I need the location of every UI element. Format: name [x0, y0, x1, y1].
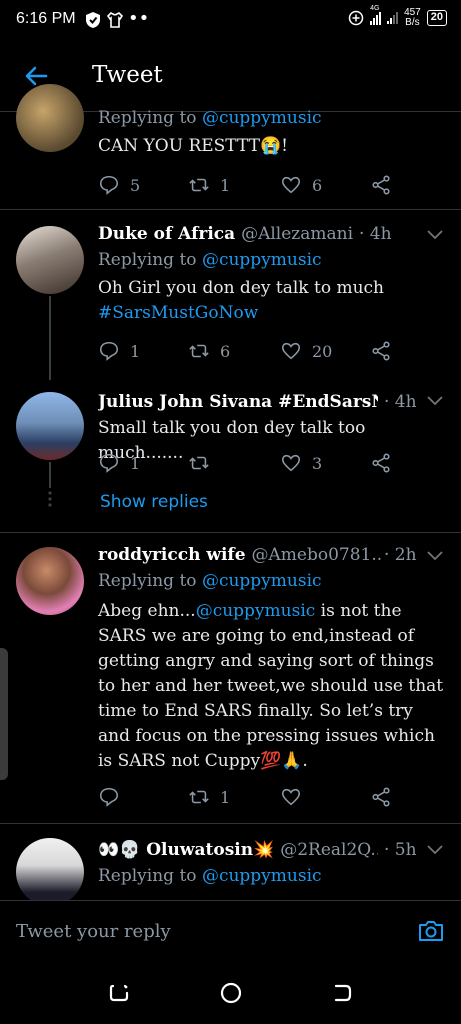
- chevron-down-icon[interactable]: [427, 551, 443, 561]
- author-name: roddyricch wife @Amebo0781...: [98, 545, 382, 565]
- tweet-3[interactable]: roddyricch wife @Amebo0781... · 2h Reply…: [0, 533, 461, 823]
- tweet-text: CAN YOU RESTTT😭!: [98, 136, 288, 156]
- chevron-down-icon[interactable]: [427, 230, 443, 240]
- author-handle: @Allezamani: [241, 224, 354, 244]
- avatar[interactable]: [16, 547, 84, 615]
- avatar[interactable]: [16, 838, 84, 900]
- chevron-down-icon[interactable]: [427, 396, 443, 406]
- like-button[interactable]: [280, 786, 312, 808]
- mention-link[interactable]: @cuppymusic: [202, 250, 322, 270]
- reply-button[interactable]: 1: [98, 340, 140, 362]
- retweet-button[interactable]: 1: [188, 174, 230, 196]
- tweet-4[interactable]: 👀💀 Oluwatosin💥 @2Real2Q... · 5h Replying…: [0, 824, 461, 900]
- mention-link[interactable]: @cuppymusic: [202, 866, 322, 886]
- tweet-actions: 1 6 20: [98, 340, 398, 364]
- clock: 6:16 PM: [16, 10, 76, 27]
- share-button[interactable]: [370, 340, 392, 362]
- mention-link[interactable]: @cuppymusic: [202, 108, 322, 128]
- hashtag-link[interactable]: #SarsMustGoNow: [98, 301, 448, 326]
- shirt-icon: [106, 12, 124, 28]
- show-replies-link[interactable]: Show replies: [100, 492, 208, 512]
- home-icon[interactable]: [219, 981, 243, 1005]
- share-icon: [372, 341, 390, 361]
- author-name: Julius John Sivana #EndSarsN...: [98, 392, 378, 412]
- signal-icon: [387, 12, 399, 24]
- heart-icon: [281, 176, 301, 194]
- retweet-icon: [189, 456, 209, 470]
- thread-line: [49, 462, 51, 488]
- tweet-0[interactable]: Replying to @cuppymusic CAN YOU RESTTT😭!…: [0, 84, 461, 210]
- like-button[interactable]: 20: [280, 340, 332, 362]
- heart-icon: [281, 454, 301, 472]
- retweet-button[interactable]: 6: [188, 340, 230, 362]
- replying-to: Replying to @cuppymusic: [98, 866, 322, 886]
- tweet-time: · 4h: [358, 224, 392, 244]
- thread-line: [49, 296, 51, 380]
- replying-to: Replying to @cuppymusic: [98, 108, 322, 128]
- author-handle: @Amebo0781...: [251, 545, 383, 565]
- tweet-text: Oh Girl you don dey talk to much #SarsMu…: [98, 276, 448, 326]
- tweet-2[interactable]: Julius John Sivana #EndSarsN... · 4h Sma…: [0, 380, 461, 532]
- reply-button[interactable]: [98, 786, 130, 808]
- replying-to: Replying to @cuppymusic: [98, 571, 322, 591]
- thread-dots-icon: [48, 491, 52, 507]
- status-right: 4G 457 B/s 20: [348, 5, 447, 28]
- back-icon[interactable]: [330, 981, 354, 1005]
- tweet-text: Abeg ehn...@cuppymusic is not the SARS w…: [98, 601, 444, 771]
- status-bar: 6:16 PM •• 4G 457 B/s 20: [0, 0, 461, 40]
- comment-icon: [99, 341, 119, 361]
- reply-composer: Tweet your reply: [0, 900, 461, 964]
- mention-link[interactable]: @cuppymusic: [196, 601, 316, 621]
- avatar[interactable]: [16, 226, 84, 294]
- chevron-down-icon[interactable]: [427, 845, 443, 855]
- shield-icon: [86, 12, 100, 28]
- replying-to: Replying to @cuppymusic: [98, 250, 322, 270]
- reply-input[interactable]: Tweet your reply: [16, 921, 171, 942]
- share-button[interactable]: [370, 452, 392, 474]
- signal-4g-icon: 4G: [370, 5, 382, 25]
- retweet-icon: [189, 344, 209, 358]
- comment-icon: [99, 787, 119, 807]
- camera-icon[interactable]: [417, 917, 445, 945]
- tweet-actions: 5 1 6: [98, 174, 398, 198]
- system-nav-bar: [0, 964, 461, 1024]
- retweet-icon: [189, 178, 209, 192]
- share-icon: [372, 453, 390, 473]
- mention-link[interactable]: @cuppymusic: [202, 571, 322, 591]
- share-icon: [372, 787, 390, 807]
- tweet-1[interactable]: Duke of Africa @Allezamani · 4h Replying…: [0, 210, 461, 380]
- tweet-time: · 5h: [384, 840, 417, 860]
- tweet-actions: 1 3: [98, 452, 398, 476]
- heart-icon: [281, 342, 301, 360]
- net-speed: 457 B/s: [404, 7, 421, 28]
- like-button[interactable]: 6: [280, 174, 322, 196]
- edge-panel-handle[interactable]: [0, 648, 8, 780]
- heart-icon: [281, 788, 301, 806]
- data-saver-icon: [348, 10, 364, 26]
- recent-apps-icon[interactable]: [107, 981, 131, 1005]
- tweet-time: · 2h: [384, 545, 417, 565]
- more-notifications-icon: ••: [128, 8, 150, 29]
- reply-button[interactable]: 1: [98, 452, 140, 474]
- avatar[interactable]: [16, 84, 84, 152]
- share-button[interactable]: [370, 174, 392, 196]
- reply-button[interactable]: 5: [98, 174, 140, 196]
- author-name: 👀💀 Oluwatosin💥 @2Real2Q...: [98, 840, 378, 860]
- share-icon: [372, 175, 390, 195]
- author-handle: @2Real2Q...: [280, 840, 378, 860]
- comment-icon: [99, 175, 119, 195]
- author-name: Duke of Africa @Allezamani · 4h: [98, 224, 392, 244]
- page-title: Tweet: [92, 62, 163, 88]
- share-button[interactable]: [370, 786, 392, 808]
- battery-icon: 20: [426, 10, 447, 26]
- avatar[interactable]: [16, 392, 84, 460]
- retweet-icon: [189, 790, 209, 804]
- tweet-actions: 1: [98, 786, 398, 810]
- comment-icon: [99, 453, 119, 473]
- tweet-time: · 4h: [384, 392, 417, 412]
- like-button[interactable]: 3: [280, 452, 322, 474]
- retweet-button[interactable]: [188, 452, 220, 474]
- retweet-button[interactable]: 1: [188, 786, 230, 808]
